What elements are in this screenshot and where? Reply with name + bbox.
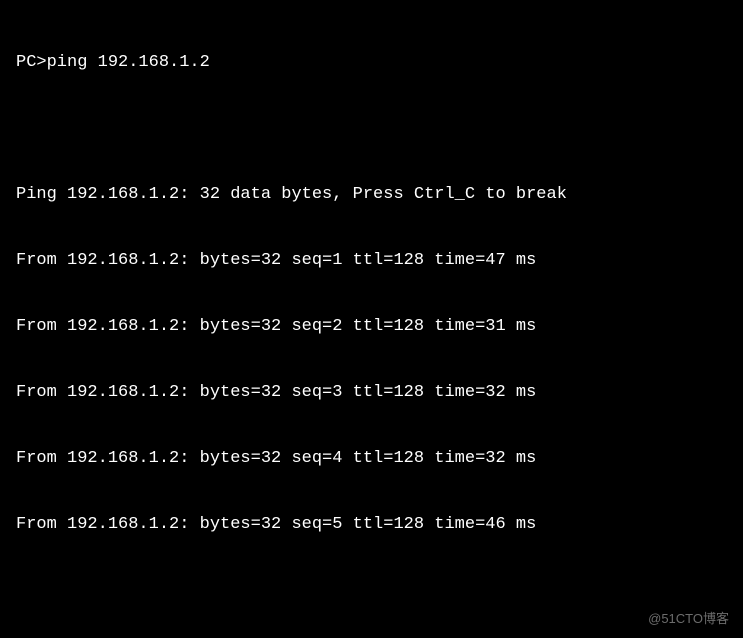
prompt-line: PC>ping 192.168.1.2 (16, 52, 727, 74)
ping-reply: From 192.168.1.2: bytes=32 seq=5 ttl=128… (16, 514, 727, 536)
ping-reply: From 192.168.1.2: bytes=32 seq=2 ttl=128… (16, 316, 727, 338)
ping-header: Ping 192.168.1.2: 32 data bytes, Press C… (16, 184, 727, 206)
terminal-output[interactable]: PC>ping 192.168.1.2 Ping 192.168.1.2: 32… (0, 0, 743, 638)
blank-line (16, 580, 727, 602)
watermark-text: @51CTO博客 (648, 608, 729, 630)
blank-line (16, 118, 727, 140)
ping-reply: From 192.168.1.2: bytes=32 seq=3 ttl=128… (16, 382, 727, 404)
ping-reply: From 192.168.1.2: bytes=32 seq=4 ttl=128… (16, 448, 727, 470)
ping-reply: From 192.168.1.2: bytes=32 seq=1 ttl=128… (16, 250, 727, 272)
